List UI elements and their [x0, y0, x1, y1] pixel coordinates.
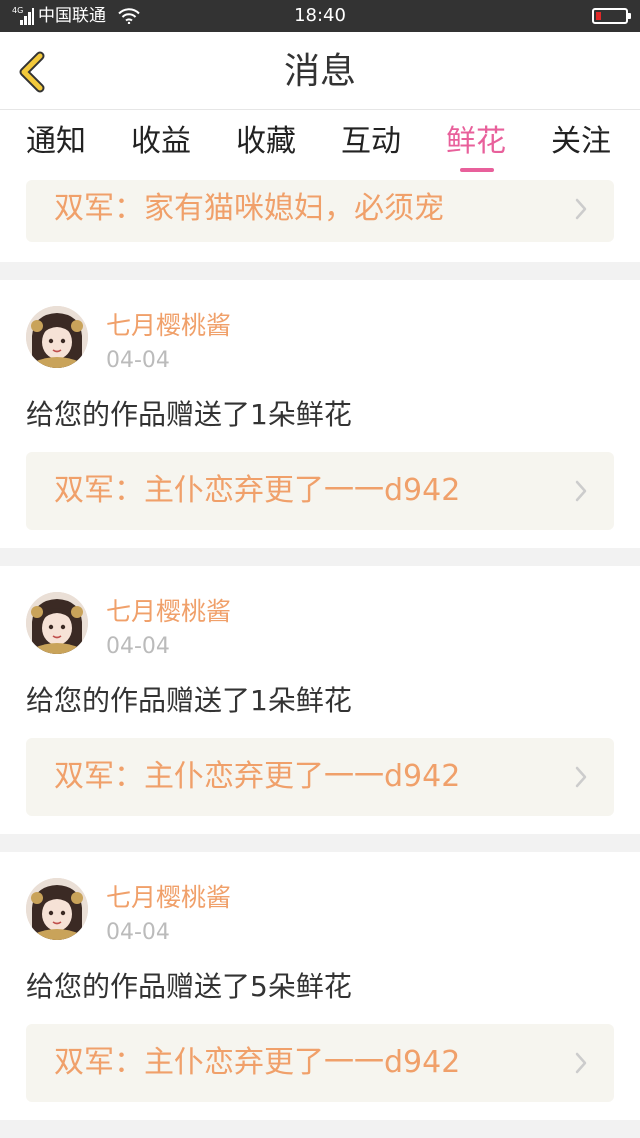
work-link-text: 双军：主仆恋弃更了一一d942	[54, 759, 461, 794]
message-card: 七月樱桃酱 04-04 给您的作品赠送了1朵鲜花 双军：主仆恋弃更了一一d942	[0, 566, 640, 834]
work-link-text: 双军：主仆恋弃更了一一d942	[54, 473, 461, 508]
message-date: 04-04	[106, 920, 170, 945]
work-link-text: 双军：主仆恋弃更了一一d942	[54, 1045, 461, 1080]
work-link-row[interactable]: 双军：主仆恋弃更了一一d942	[26, 738, 614, 816]
message-list[interactable]: 双军：家有猫咪媳妇，必须宠 七月樱桃酱 04-04 给您的作品赠送了1朵鲜花 双…	[0, 180, 640, 1138]
avatar[interactable]	[26, 306, 88, 368]
message-card: 双军：家有猫咪媳妇，必须宠	[0, 180, 640, 262]
message-text: 给您的作品赠送了5朵鲜花	[26, 970, 352, 1003]
battery-icon	[592, 8, 631, 24]
work-link-row[interactable]: 双军：主仆恋弃更了一一d942	[26, 1024, 614, 1102]
message-text: 给您的作品赠送了1朵鲜花	[26, 684, 352, 717]
work-link-text: 双军：家有猫咪媳妇，必须宠	[54, 191, 444, 226]
sender-name[interactable]: 七月樱桃酱	[106, 310, 231, 342]
clock: 18:40	[294, 5, 346, 26]
nav-header: 消息	[0, 32, 640, 110]
message-date: 04-04	[106, 634, 170, 659]
tab-interactions[interactable]: 互动	[341, 122, 401, 162]
message-date: 04-04	[106, 348, 170, 373]
tab-notifications[interactable]: 通知	[26, 122, 86, 162]
work-link-row[interactable]: 双军：家有猫咪媳妇，必须宠	[26, 180, 614, 242]
page-title: 消息	[283, 51, 356, 92]
tab-flowers[interactable]: 鲜花	[446, 122, 506, 162]
chevron-right-icon	[575, 1052, 587, 1074]
sender-name[interactable]: 七月樱桃酱	[106, 596, 231, 628]
status-bar: 4G 中国联通 18:40	[0, 0, 640, 32]
chevron-right-icon	[575, 480, 587, 502]
tab-follows[interactable]: 关注	[551, 122, 611, 162]
avatar[interactable]	[26, 592, 88, 654]
message-card: 七月樱桃酱 04-04 给您的作品赠送了5朵鲜花 双军：主仆恋弃更了一一d942	[0, 852, 640, 1120]
sender-name[interactable]: 七月樱桃酱	[106, 882, 231, 914]
work-link-row[interactable]: 双军：主仆恋弃更了一一d942	[26, 452, 614, 530]
message-card: 七月樱桃酱 04-04 给您的作品赠送了1朵鲜花 双军：主仆恋弃更了一一d942	[0, 280, 640, 548]
chevron-right-icon	[575, 766, 587, 788]
active-tab-indicator	[460, 168, 494, 172]
message-text: 给您的作品赠送了1朵鲜花	[26, 398, 352, 431]
tab-bar: 通知 收益 收藏 互动 鲜花 关注	[0, 110, 640, 180]
tab-earnings[interactable]: 收益	[131, 122, 191, 162]
tab-favorites[interactable]: 收藏	[236, 122, 296, 162]
avatar[interactable]	[26, 878, 88, 940]
chevron-right-icon	[575, 198, 587, 220]
